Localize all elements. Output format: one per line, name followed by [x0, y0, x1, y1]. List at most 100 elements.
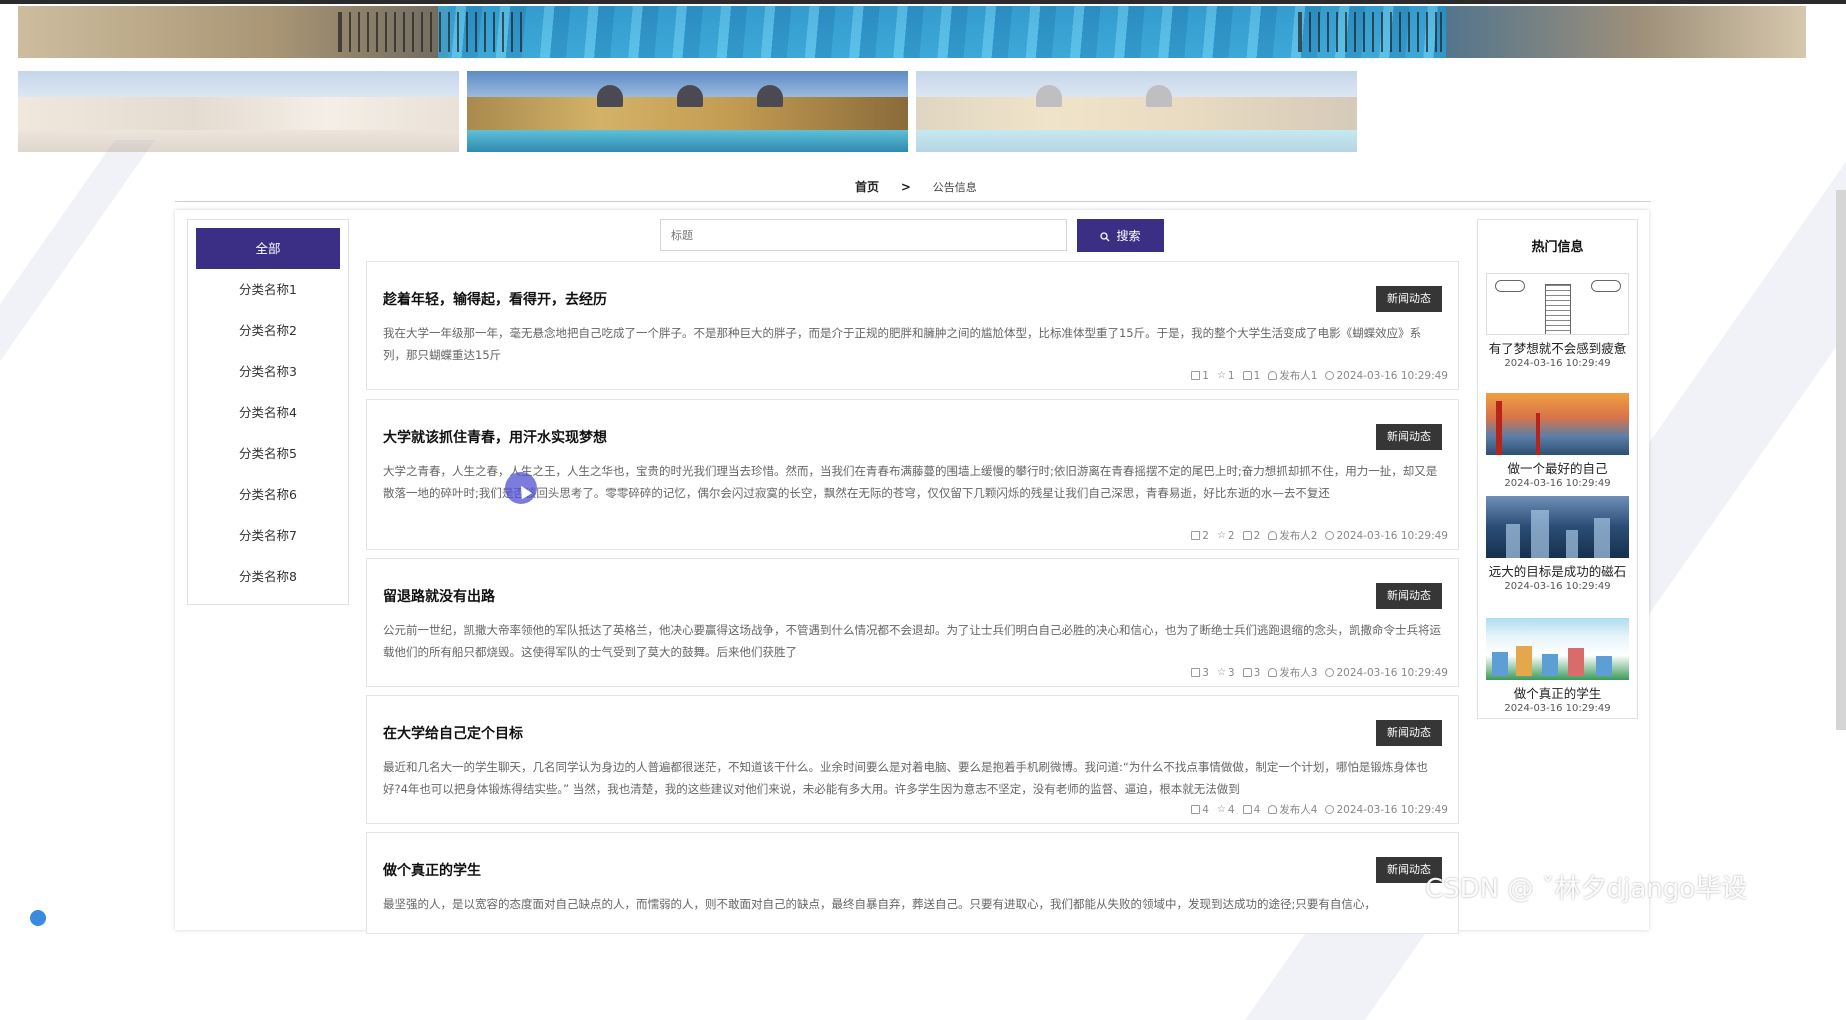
hot-item[interactable]: 做个真正的学生 2024-03-16 10:29:49	[1486, 618, 1629, 716]
hot-item-title[interactable]: 远大的目标是成功的磁石	[1486, 563, 1629, 580]
news-tag: 新闻动态	[1376, 424, 1442, 450]
news-title[interactable]: 留退路就没有出路	[383, 586, 495, 606]
hot-item-image[interactable]	[1486, 496, 1629, 558]
hot-item-title[interactable]: 做个真正的学生	[1486, 685, 1629, 702]
category-item-3[interactable]: 分类名称3	[188, 351, 348, 392]
news-title[interactable]: 做个真正的学生	[383, 860, 481, 880]
category-item-8[interactable]: 分类名称8	[188, 556, 348, 597]
comment-count: 4	[1202, 803, 1209, 816]
banner-image	[18, 6, 1806, 58]
category-item-6[interactable]: 分类名称6	[188, 474, 348, 515]
like-count: 2	[1253, 529, 1261, 542]
hot-item-date: 2024-03-16 10:29:49	[1504, 478, 1611, 489]
author: 发布人2	[1279, 530, 1318, 542]
hot-item-date: 2024-03-16 10:29:49	[1504, 703, 1611, 714]
top-bar	[0, 0, 1846, 4]
news-title[interactable]: 大学就该抓住青春，用汗水实现梦想	[383, 427, 607, 447]
hot-item-image[interactable]	[1486, 273, 1629, 335]
search-icon	[1100, 231, 1110, 241]
like-count: 4	[1253, 803, 1261, 816]
hot-item-image[interactable]	[1486, 393, 1629, 455]
clock-icon	[1325, 371, 1335, 380]
star-icon: ☆	[1216, 370, 1226, 381]
carousel-thumbnail-2[interactable]	[467, 71, 908, 152]
hot-item-date: 2024-03-16 10:29:49	[1504, 358, 1611, 369]
hot-info-title: 热门信息	[1531, 240, 1584, 255]
hot-item-title[interactable]: 有了梦想就不会感到疲惫	[1486, 340, 1629, 357]
comment-count: 2	[1202, 529, 1209, 542]
news-title[interactable]: 在大学给自己定个目标	[383, 723, 523, 743]
breadcrumb-separator: >	[900, 180, 911, 194]
comment-count: 1	[1202, 369, 1209, 382]
category-item-4[interactable]: 分类名称4	[188, 392, 348, 433]
news-tag: 新闻动态	[1376, 720, 1442, 746]
comment-icon	[1191, 668, 1201, 677]
carousel-thumbnail-3[interactable]	[916, 71, 1357, 152]
news-meta: 2 ☆ 2 2 发布人2 2024-03-16 10:29:49	[1191, 528, 1448, 543]
news-item[interactable]: 趁着年轻，输得起，看得开，去经历 新闻动态 我在大学一年级那一年，毫无悬念地把自…	[366, 261, 1459, 390]
user-icon	[1268, 371, 1278, 380]
news-meta: 4 ☆ 4 4 发布人4 2024-03-16 10:29:49	[1191, 802, 1448, 817]
category-item-all[interactable]: 全部	[196, 228, 340, 269]
news-title[interactable]: 趁着年轻，输得起，看得开，去经历	[383, 289, 607, 309]
star-icon: ☆	[1216, 667, 1226, 678]
floating-button-icon[interactable]	[30, 910, 46, 926]
clock-icon	[1325, 805, 1335, 814]
background-stripe	[0, 140, 156, 440]
news-description: 公元前一世纪，凯撒大帝率领他的军队抵达了英格兰，他决心要赢得这场战争，不管遇到什…	[383, 623, 1441, 659]
user-icon	[1268, 668, 1278, 677]
star-count: 3	[1227, 666, 1235, 679]
star-icon: ☆	[1216, 804, 1226, 815]
thumbs-up-icon	[1242, 531, 1252, 540]
clock-icon	[1325, 531, 1335, 540]
hot-item[interactable]: 做一个最好的自己 2024-03-16 10:29:49	[1486, 393, 1629, 491]
search-button[interactable]: 搜索	[1077, 219, 1164, 252]
publish-time: 2024-03-16 10:29:49	[1336, 666, 1448, 679]
news-item[interactable]: 在大学给自己定个目标 新闻动态 最近和几名大一的学生聊天，几名同学认为身边的人普…	[366, 695, 1459, 824]
search-input[interactable]	[660, 219, 1067, 251]
comment-icon	[1191, 531, 1201, 540]
comment-icon	[1191, 371, 1201, 380]
hot-item[interactable]: 远大的目标是成功的磁石 2024-03-16 10:29:49	[1486, 496, 1629, 594]
star-count: 1	[1227, 369, 1235, 382]
news-item[interactable]: 做个真正的学生 新闻动态 最坚强的人，是以宽容的态度面对自己缺点的人，而懦弱的人…	[366, 832, 1459, 934]
category-item-1[interactable]: 分类名称1	[188, 269, 348, 310]
thumbs-up-icon	[1242, 668, 1252, 677]
news-item[interactable]: 留退路就没有出路 新闻动态 公元前一世纪，凯撒大帝率领他的军队抵达了英格兰，他决…	[366, 558, 1459, 687]
comment-count: 3	[1202, 666, 1209, 679]
category-item-5[interactable]: 分类名称5	[188, 433, 348, 474]
scrollbar-thumb[interactable]	[1836, 190, 1846, 730]
news-tag: 新闻动态	[1376, 286, 1442, 312]
user-icon	[1268, 805, 1278, 814]
publish-time: 2024-03-16 10:29:49	[1336, 369, 1448, 382]
divider	[175, 201, 1651, 202]
category-item-7[interactable]: 分类名称7	[188, 515, 348, 556]
breadcrumb-current: 公告信息	[932, 181, 977, 194]
news-description: 最近和几名大一的学生聊天，几名同学认为身边的人普遍都很迷茫，不知道该干什么。业余…	[383, 760, 1428, 796]
publish-time: 2024-03-16 10:29:49	[1336, 529, 1448, 542]
breadcrumb-home[interactable]: 首页	[855, 180, 879, 194]
news-description: 大学之青春，人生之春，人生之王，人生之华也，宝贵的时光我们理当去珍惜。然而，当我…	[383, 464, 1438, 500]
breadcrumb: 首页 > 公告信息	[855, 178, 977, 195]
news-description: 我在大学一年级那一年，毫无悬念地把自己吃成了一个胖子。不是那种巨大的胖子，而是介…	[383, 326, 1422, 362]
news-meta: 3 ☆ 3 3 发布人3 2024-03-16 10:29:49	[1191, 665, 1448, 680]
like-count: 1	[1253, 369, 1261, 382]
user-icon	[1268, 531, 1278, 540]
publish-time: 2024-03-16 10:29:49	[1336, 803, 1448, 816]
hot-info-panel: 热门信息 有了梦想就不会感到疲惫 2024-03-16 10:29:49 做一个…	[1477, 219, 1638, 719]
hot-item-image[interactable]	[1486, 618, 1629, 680]
hot-item-date: 2024-03-16 10:29:49	[1504, 581, 1611, 592]
hot-item[interactable]: 有了梦想就不会感到疲惫 2024-03-16 10:29:49	[1486, 273, 1629, 371]
thumbs-up-icon	[1242, 371, 1252, 380]
watermark: CSDN @ ˇ林夕django毕设	[1425, 874, 1748, 904]
star-icon: ☆	[1216, 530, 1226, 541]
comment-icon	[1191, 805, 1201, 814]
news-tag: 新闻动态	[1376, 583, 1442, 609]
author: 发布人4	[1279, 804, 1318, 816]
hot-item-title[interactable]: 做一个最好的自己	[1486, 460, 1629, 477]
clock-icon	[1325, 668, 1335, 677]
news-meta: 1 ☆ 1 1 发布人1 2024-03-16 10:29:49	[1191, 368, 1448, 383]
author: 发布人3	[1279, 667, 1318, 679]
carousel-thumbnail-1[interactable]	[18, 71, 459, 152]
category-item-2[interactable]: 分类名称2	[188, 310, 348, 351]
